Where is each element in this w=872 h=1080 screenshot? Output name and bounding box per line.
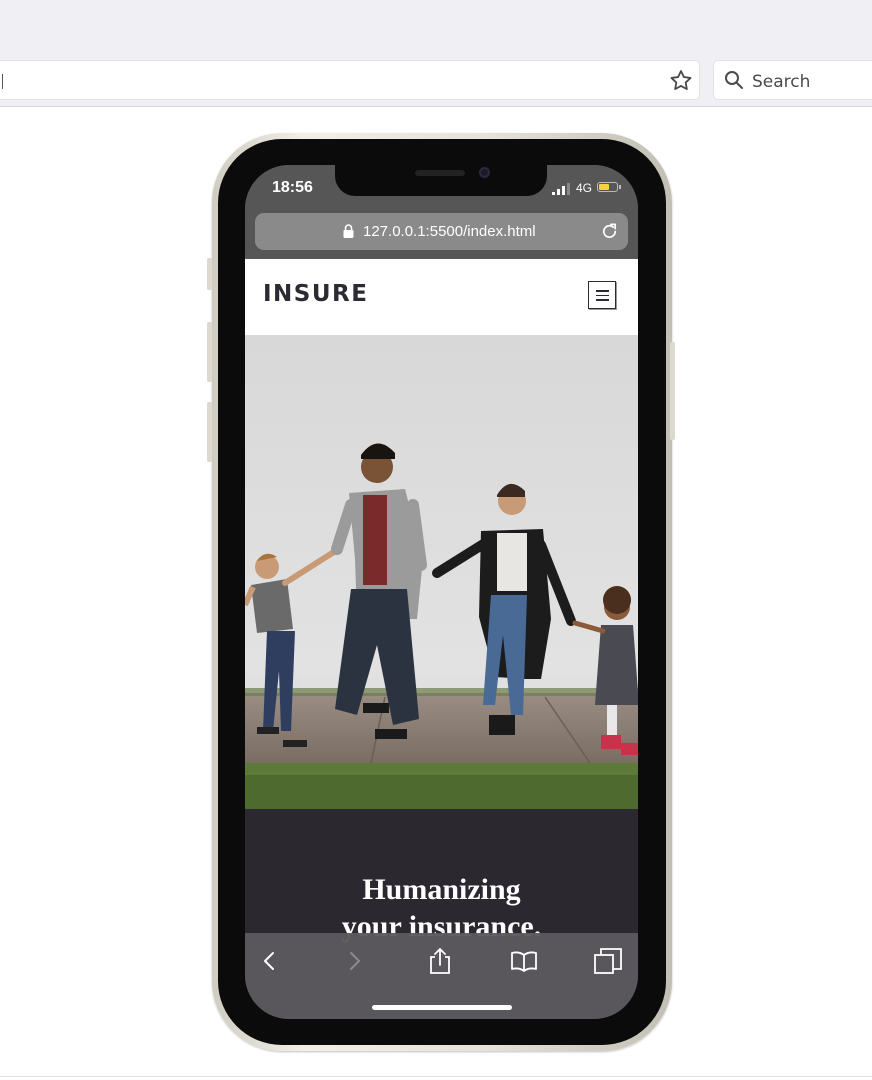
browser-toolbar: Search [0,0,872,107]
network-type: 4G [576,181,593,195]
battery-icon [597,182,618,192]
power-button [670,342,675,440]
tabs-icon[interactable] [594,947,622,975]
site-logo[interactable]: INSURE [263,281,368,307]
home-indicator[interactable] [372,1005,512,1010]
status-time: 18:56 [272,179,313,196]
reload-icon[interactable] [600,222,619,241]
forward-icon[interactable] [341,947,369,975]
text-cursor [2,74,3,89]
hero-title-line-1: Humanizing [362,873,521,906]
volume-down-button [207,402,212,462]
mobile-address-bar-area: 127.0.0.1:5500/index.html [245,211,638,259]
search-placeholder: Search [752,72,811,92]
search-icon [725,71,743,89]
page-bottom-divider [0,1076,872,1077]
battery-tip [619,185,621,189]
status-bar: 18:56 4G [245,165,638,211]
volume-up-button [207,322,212,382]
share-icon[interactable] [426,947,454,975]
star-icon[interactable] [668,68,694,94]
browser-address-bar[interactable] [0,60,700,100]
back-icon[interactable] [255,947,283,975]
mute-switch [207,258,212,290]
front-camera [479,167,490,178]
battery-level [599,184,609,190]
speaker-grille [415,170,465,176]
bookmarks-icon[interactable] [510,947,538,975]
hamburger-menu-button[interactable] [588,281,616,309]
url-text: 127.0.0.1:5500/index.html [363,223,536,240]
mobile-address-bar[interactable]: 127.0.0.1:5500/index.html [255,213,628,250]
phone-screen: 18:56 4G 127.0.0.1:5500/index.html INSUR… [245,165,638,1019]
notch [335,165,547,196]
lock-icon [343,224,354,238]
browser-search-box[interactable]: Search [713,60,872,100]
hero-image-family [245,335,638,809]
site-header: INSURE [245,259,638,335]
signal-icon [552,183,570,195]
